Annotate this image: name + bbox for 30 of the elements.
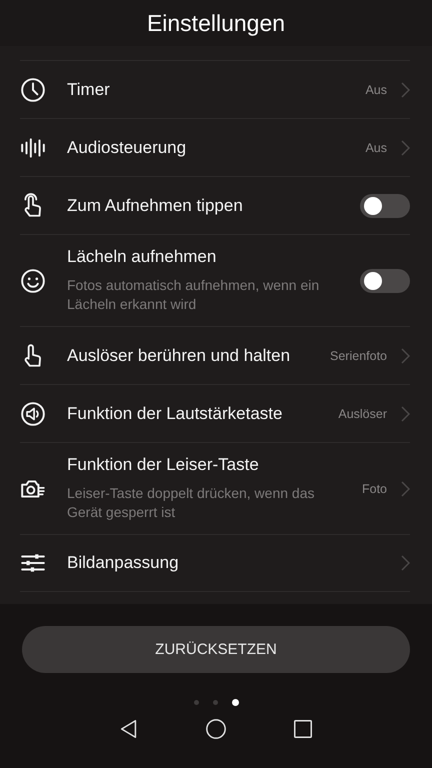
reset-button[interactable]: ZURÜCKSETZEN	[22, 626, 410, 673]
setting-description: Fotos automatisch aufnehmen, wenn ein Lächeln erkannt wird	[67, 276, 320, 314]
setting-label[interactable]: Auslöser berühren und halten	[67, 346, 326, 366]
setting-description: Leiser-Taste doppelt drücken, wenn das Gerät gesperrt ist	[67, 484, 316, 522]
recents-icon[interactable]	[292, 718, 314, 740]
setting-label[interactable]: Audiosteuerung	[67, 138, 362, 158]
setting-value: Foto	[362, 482, 387, 496]
clock-icon	[20, 76, 46, 102]
smiley-icon	[20, 268, 46, 294]
setting-label[interactable]: Funktion der Leiser-Taste	[67, 455, 358, 475]
setting-label[interactable]: Funktion der Lautstärketaste	[67, 404, 334, 424]
chevron-icon	[401, 140, 410, 156]
chevron-icon	[401, 82, 410, 98]
setting-value: Serienfoto	[330, 348, 387, 362]
speaker-icon	[20, 400, 46, 426]
screen-title: Einstellungen	[146, 10, 286, 36]
setting-label[interactable]: Lächeln aufnehmen	[67, 247, 360, 267]
setting-value: Aus	[365, 140, 387, 154]
chevron-icon	[401, 348, 410, 364]
chevron-icon	[401, 480, 410, 496]
toggle-switch[interactable]	[360, 268, 410, 292]
setting-value: Auslöser	[338, 406, 387, 420]
home-icon[interactable]	[204, 718, 227, 740]
setting-label[interactable]: Zum Aufnehmen tippen	[67, 196, 360, 216]
chevron-icon	[401, 555, 410, 571]
chevron-icon	[401, 406, 410, 422]
setting-label[interactable]: Bildanpassung	[67, 553, 387, 573]
toggle-switch[interactable]	[360, 194, 410, 218]
setting-label[interactable]: Timer	[67, 80, 362, 100]
setting-value: Aus	[365, 82, 387, 96]
